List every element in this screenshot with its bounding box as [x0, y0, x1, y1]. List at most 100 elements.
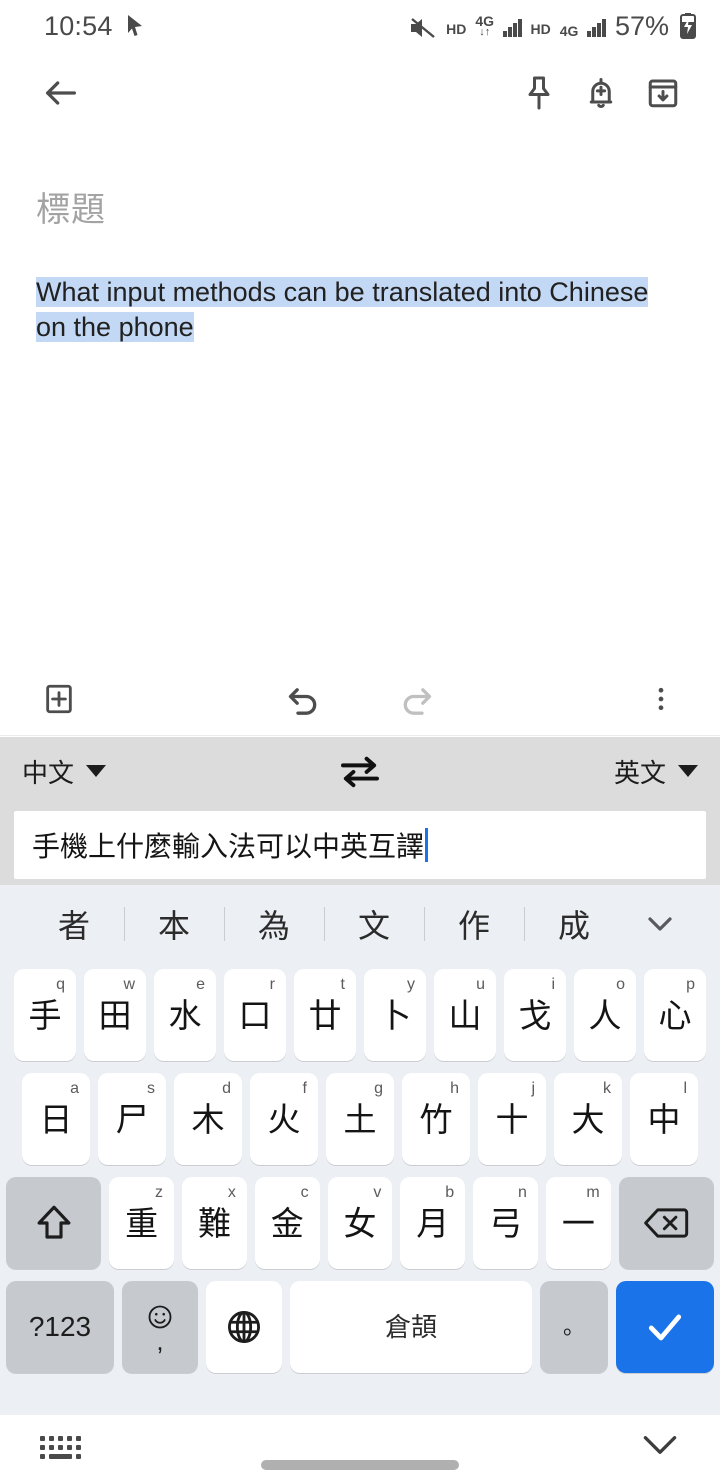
symbols-key[interactable]: ?123	[6, 1281, 114, 1373]
key-i[interactable]: i戈	[504, 969, 566, 1061]
target-language-selector[interactable]: 英文	[614, 753, 698, 790]
key-latin-label: h	[450, 1080, 459, 1097]
key-l[interactable]: l中	[630, 1073, 698, 1165]
key-s[interactable]: s尸	[98, 1073, 166, 1165]
backspace-key[interactable]	[618, 1177, 714, 1269]
key-glyph: 木	[191, 1100, 225, 1138]
language-switch-key[interactable]	[206, 1281, 282, 1373]
undo-icon	[288, 687, 317, 715]
candidate-1[interactable]: 本	[124, 901, 224, 947]
key-glyph: 日	[39, 1100, 73, 1138]
undo-redo-group	[90, 668, 630, 730]
pin-button[interactable]	[508, 62, 570, 124]
add-box-icon	[46, 684, 72, 713]
key-glyph: 重	[125, 1204, 159, 1242]
key-w[interactable]: w田	[84, 969, 146, 1061]
key-f[interactable]: f火	[250, 1073, 318, 1165]
key-latin-label: e	[196, 976, 205, 993]
key-glyph: 心	[658, 996, 692, 1034]
key-glyph: 弓	[489, 1204, 523, 1242]
key-glyph: 竹	[419, 1100, 453, 1138]
space-key[interactable]: 倉頡	[290, 1281, 532, 1373]
period-key[interactable]: 。	[540, 1281, 608, 1373]
emoji-comma-inner: ,	[146, 1303, 174, 1357]
translate-text-input[interactable]: 手機上什麼輸入法可以中英互譯	[14, 811, 706, 879]
expand-candidates-button[interactable]	[624, 914, 696, 934]
keyboard-row-4: ?123 , 倉頡 。	[0, 1275, 720, 1379]
shift-key[interactable]	[6, 1177, 102, 1269]
globe-language-icon	[228, 1311, 260, 1343]
chevron-down-icon	[678, 765, 698, 777]
key-z[interactable]: z重	[109, 1177, 175, 1269]
candidate-5[interactable]: 成	[524, 901, 624, 947]
key-r[interactable]: r口	[224, 969, 286, 1061]
note-title-input[interactable]: 標題	[36, 182, 684, 231]
key-glyph: 大	[571, 1100, 605, 1138]
key-u[interactable]: u山	[434, 969, 496, 1061]
key-latin-label: a	[70, 1080, 79, 1097]
home-indicator[interactable]	[261, 1460, 459, 1470]
candidate-0[interactable]: 者	[24, 901, 124, 947]
key-c[interactable]: c金	[254, 1177, 320, 1269]
key-b[interactable]: b月	[400, 1177, 466, 1269]
source-language-label: 中文	[22, 757, 75, 788]
key-latin-label: i	[551, 976, 555, 993]
key-latin-label: m	[586, 1184, 600, 1201]
key-n[interactable]: n弓	[473, 1177, 538, 1269]
key-p[interactable]: p心	[644, 969, 706, 1061]
key-h[interactable]: h竹	[402, 1073, 470, 1165]
key-k[interactable]: k大	[554, 1073, 622, 1165]
key-glyph: 尸	[115, 1100, 149, 1138]
key-t[interactable]: t廿	[294, 969, 356, 1061]
candidate-3[interactable]: 文	[324, 901, 424, 947]
comma-label: ,	[156, 1326, 164, 1357]
key-latin-label: b	[445, 1184, 455, 1201]
emoji-comma-key[interactable]: ,	[122, 1281, 198, 1373]
key-y[interactable]: y卜	[364, 969, 426, 1061]
keyboard-switch-icon[interactable]	[40, 1436, 81, 1459]
key-latin-label: w	[123, 976, 135, 993]
key-q[interactable]: q手	[14, 969, 76, 1061]
key-a[interactable]: a日	[22, 1073, 90, 1165]
redo-button[interactable]	[386, 668, 448, 730]
key-glyph: 土	[343, 1100, 377, 1138]
key-m[interactable]: m一	[545, 1177, 611, 1269]
volume-mute-icon	[411, 18, 435, 38]
key-o[interactable]: o人	[574, 969, 636, 1061]
key-latin-label: c	[300, 1184, 309, 1201]
key-glyph: 手	[28, 996, 62, 1034]
key-v[interactable]: v女	[327, 1177, 393, 1269]
note-body-selected-text: What input methods can be translated int…	[36, 277, 649, 342]
note-body-input[interactable]: What input methods can be translated int…	[36, 275, 676, 344]
key-d[interactable]: d木	[174, 1073, 242, 1165]
key-glyph: 廿	[308, 996, 342, 1034]
key-e[interactable]: e水	[154, 969, 216, 1061]
key-x[interactable]: x難	[182, 1177, 247, 1269]
back-button[interactable]	[30, 62, 92, 124]
redo-icon	[403, 687, 432, 715]
hide-keyboard-button[interactable]	[640, 1432, 680, 1463]
system-navigation-bar	[0, 1415, 720, 1480]
add-button[interactable]	[28, 668, 90, 730]
candidate-bar: 者 本 為 文 作 成	[0, 885, 720, 963]
key-latin-label: l	[683, 1080, 687, 1097]
more-options-button[interactable]	[630, 668, 692, 730]
keyboard-row-1: q手 w田 e水 r口 t廿 y卜 u山 i戈 o人 p心	[0, 963, 720, 1067]
swap-languages-button[interactable]	[106, 754, 614, 788]
sim2-hd-label: HD	[530, 21, 551, 37]
reminder-button[interactable]	[570, 62, 632, 124]
archive-button[interactable]	[632, 62, 694, 124]
candidate-4[interactable]: 作	[424, 901, 524, 947]
chevron-down-icon	[643, 1436, 677, 1454]
key-j[interactable]: j十	[478, 1073, 546, 1165]
key-latin-label: u	[476, 976, 485, 993]
chevron-down-icon	[648, 917, 672, 931]
translate-input-value: 手機上什麼輸入法可以中英互譯	[32, 831, 425, 862]
source-language-selector[interactable]: 中文	[22, 753, 107, 790]
key-g[interactable]: g土	[326, 1073, 394, 1165]
enter-key[interactable]	[616, 1281, 714, 1373]
undo-button[interactable]	[272, 668, 334, 730]
candidate-2[interactable]: 為	[224, 901, 324, 947]
period-key-label: 。	[562, 1314, 585, 1339]
battery-percent: 57%	[614, 11, 669, 41]
